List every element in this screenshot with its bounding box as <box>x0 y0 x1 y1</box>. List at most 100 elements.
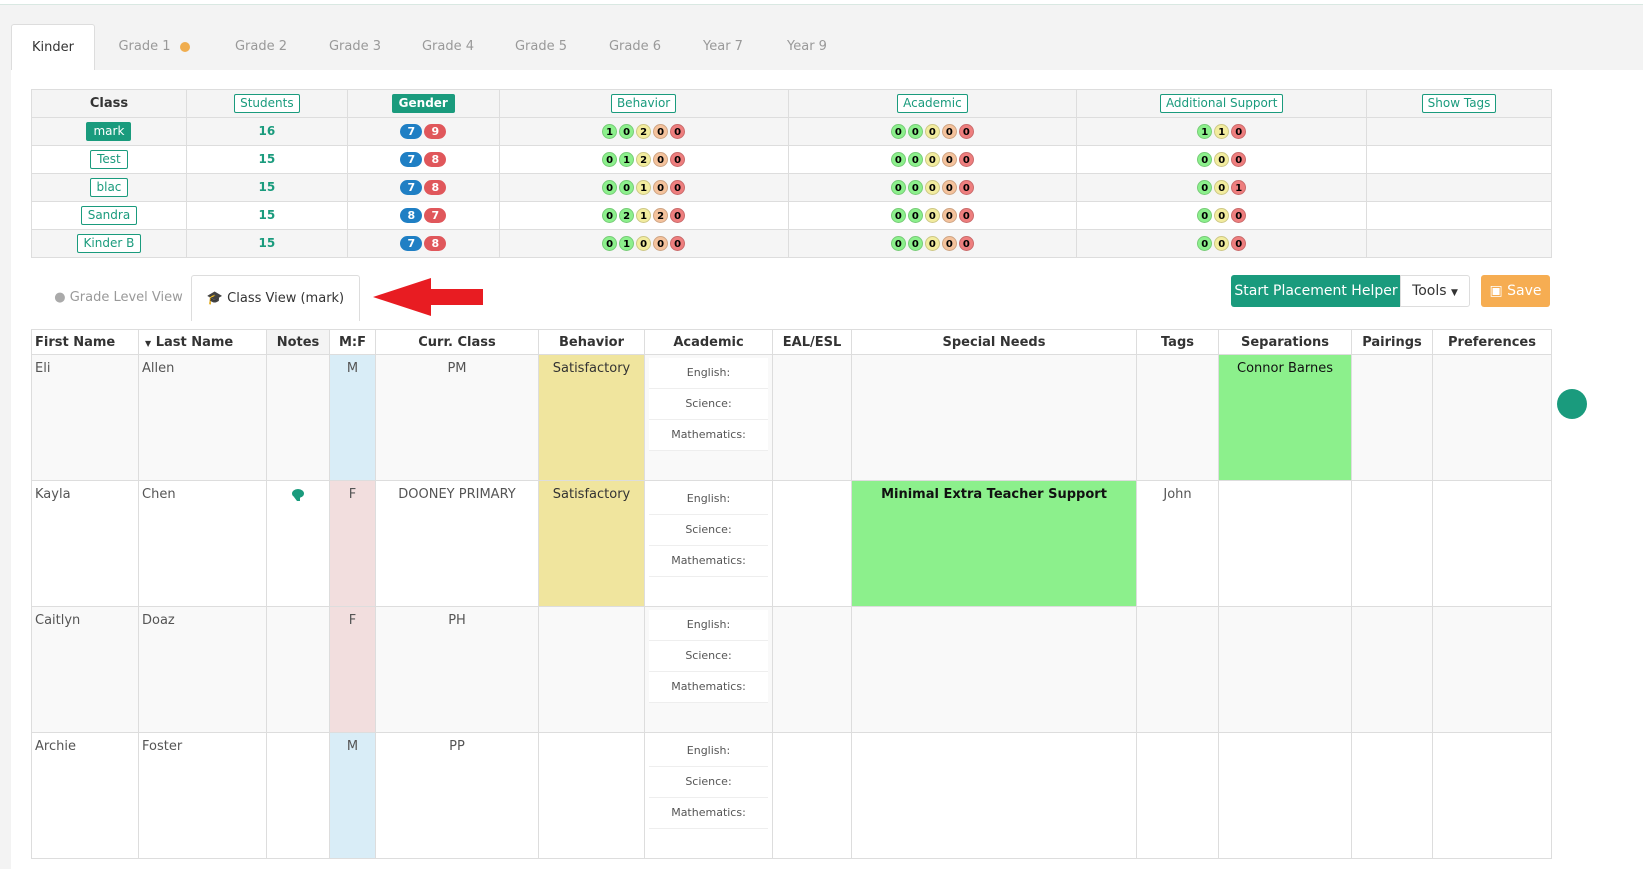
behavior-count-badge: 2 <box>636 152 652 167</box>
tags-cell <box>1136 354 1219 481</box>
students-sort-button[interactable]: Students <box>234 94 300 113</box>
academic-count-badge: 0 <box>907 236 923 251</box>
behavior-count-badge: 0 <box>670 124 686 139</box>
behavior-count-badge: 0 <box>602 180 618 195</box>
curr-class-header[interactable]: Curr. Class <box>375 329 539 355</box>
last-name-cell: Chen <box>138 480 267 607</box>
behavior-count-badge: 0 <box>670 152 686 167</box>
tags-col-header[interactable]: Tags <box>1136 329 1219 355</box>
support-count-badge: 0 <box>1197 236 1213 251</box>
support-sort-button[interactable]: Additional Support <box>1159 94 1284 113</box>
support-count-badge: 0 <box>1214 180 1230 195</box>
mf-header[interactable]: M:F <box>329 329 376 355</box>
behavior-cell: 01200 <box>498 145 789 174</box>
tab-year-7[interactable]: Year 7 <box>687 24 759 70</box>
academic-sort-button[interactable]: Academic <box>897 94 968 113</box>
behavior-count-badge: 2 <box>636 124 652 139</box>
gender-cell: 78 <box>346 229 500 258</box>
behavior-cell: 00100 <box>498 173 789 202</box>
science-label: Science: <box>649 641 768 672</box>
female-count-badge: 8 <box>424 236 447 251</box>
red-arrow-annotation <box>373 278 483 316</box>
preferences-header[interactable]: Preferences <box>1432 329 1552 355</box>
support-cell: 000 <box>1076 145 1368 174</box>
academic-col-header[interactable]: Academic <box>644 329 773 355</box>
class-button[interactable]: Test <box>90 150 128 169</box>
male-count-badge: 7 <box>400 152 423 167</box>
class-button[interactable]: mark <box>86 122 132 141</box>
pairings-header[interactable]: Pairings <box>1351 329 1433 355</box>
gender-cell: M <box>329 732 376 859</box>
behavior-count-badge: 1 <box>636 180 652 195</box>
curr-class-cell: PH <box>375 606 539 733</box>
academic-count-badge: 0 <box>958 208 974 223</box>
mathematics-label: Mathematics: <box>649 798 768 829</box>
class-cell: mark <box>31 117 187 146</box>
eal-header[interactable]: EAL/ESL <box>772 329 852 355</box>
support-count-badge: 1 <box>1197 124 1213 139</box>
table-row[interactable]: Kayla Chen F DOONEY PRIMARY Satisfactory Engl… <box>31 480 1552 607</box>
summary-row: blac 15 7 8 0 0 1 0 0 0 0 0 0 0 0 0 1 <box>31 173 1552 202</box>
tab-class-view[interactable]: 🎓 Class View (mark) <box>191 275 360 321</box>
first-name-header[interactable]: First Name <box>31 329 139 355</box>
support-count-badge: 0 <box>1231 236 1247 251</box>
support-count-badge: 0 <box>1197 180 1213 195</box>
save-button[interactable]: ▣ Save <box>1481 275 1550 307</box>
behavior-count-badge: 1 <box>619 236 635 251</box>
special-needs-cell <box>851 606 1137 733</box>
class-button[interactable]: Sandra <box>80 206 138 225</box>
notes-cell <box>266 480 330 607</box>
tab-grade-level-view[interactable]: ● Grade Level View <box>41 275 196 320</box>
tab-grade-1[interactable]: Grade 1 <box>105 24 203 70</box>
academic-count-badge: 0 <box>958 236 974 251</box>
academic-count-badge: 0 <box>890 208 906 223</box>
tab-kinder[interactable]: Kinder <box>11 24 95 72</box>
special-needs-cell <box>851 354 1137 481</box>
female-count-badge: 9 <box>424 124 447 139</box>
start-placement-helper-button[interactable]: Start Placement Helper <box>1231 275 1401 307</box>
tab-year-9[interactable]: Year 9 <box>771 24 843 70</box>
tags-header: Show Tags <box>1366 89 1552 118</box>
last-name-header[interactable]: ▼ Last Name <box>138 329 267 355</box>
academic-cell: English: Science: Mathematics: <box>644 354 773 481</box>
notes-cell <box>266 732 330 859</box>
table-row[interactable]: Caitlyn Doaz F PH English: Science: Mathematic… <box>31 606 1552 733</box>
eal-cell <box>772 354 852 481</box>
female-count-badge: 7 <box>424 208 447 223</box>
sort-down-icon: ▼ <box>145 338 152 348</box>
side-toggle-button[interactable] <box>1557 389 1587 419</box>
comment-icon[interactable] <box>292 489 304 501</box>
behavior-count-badge: 0 <box>602 152 618 167</box>
tab-grade-3[interactable]: Grade 3 <box>317 24 393 70</box>
gender-cell: 78 <box>346 173 500 202</box>
separations-header[interactable]: Separations <box>1218 329 1352 355</box>
last-name-cell: Doaz <box>138 606 267 733</box>
students-cell: 15 <box>185 201 348 230</box>
curr-class-cell: DOONEY PRIMARY <box>375 480 539 607</box>
special-needs-header[interactable]: Special Needs <box>851 329 1137 355</box>
gender-sort-button[interactable]: Gender <box>391 94 455 113</box>
academic-cell: 00000 <box>787 201 1078 230</box>
table-row[interactable]: Archie Foster M PP English: Science: Mathemati… <box>31 732 1552 859</box>
tab-grade-5[interactable]: Grade 5 <box>503 24 579 70</box>
show-tags-button[interactable]: Show Tags <box>1421 94 1497 113</box>
behavior-cell: Satisfactory <box>538 354 645 481</box>
academic-count-badge: 0 <box>924 236 940 251</box>
tab-grade-6[interactable]: Grade 6 <box>597 24 673 70</box>
behavior-sort-button[interactable]: Behavior <box>610 94 677 113</box>
support-count-badge: 0 <box>1197 208 1213 223</box>
tab-grade-2[interactable]: Grade 2 <box>223 24 299 70</box>
behavior-col-header[interactable]: Behavior <box>538 329 645 355</box>
tab-grade-4[interactable]: Grade 4 <box>410 24 486 70</box>
preferences-cell <box>1432 354 1552 481</box>
notes-header[interactable]: Notes <box>266 329 330 355</box>
class-button[interactable]: blac <box>89 178 129 197</box>
tools-dropdown-button[interactable]: Tools ▼ <box>1400 275 1470 307</box>
first-name-cell: Kayla <box>31 480 139 607</box>
separations-cell <box>1218 606 1352 733</box>
table-row[interactable]: Eli Allen M PM Satisfactory English: Science: M… <box>31 354 1552 481</box>
students-cell: 16 <box>185 117 348 146</box>
special-needs-cell: Minimal Extra Teacher Support <box>851 480 1137 607</box>
class-cell: Kinder B <box>31 229 187 258</box>
class-button[interactable]: Kinder B <box>76 234 142 253</box>
